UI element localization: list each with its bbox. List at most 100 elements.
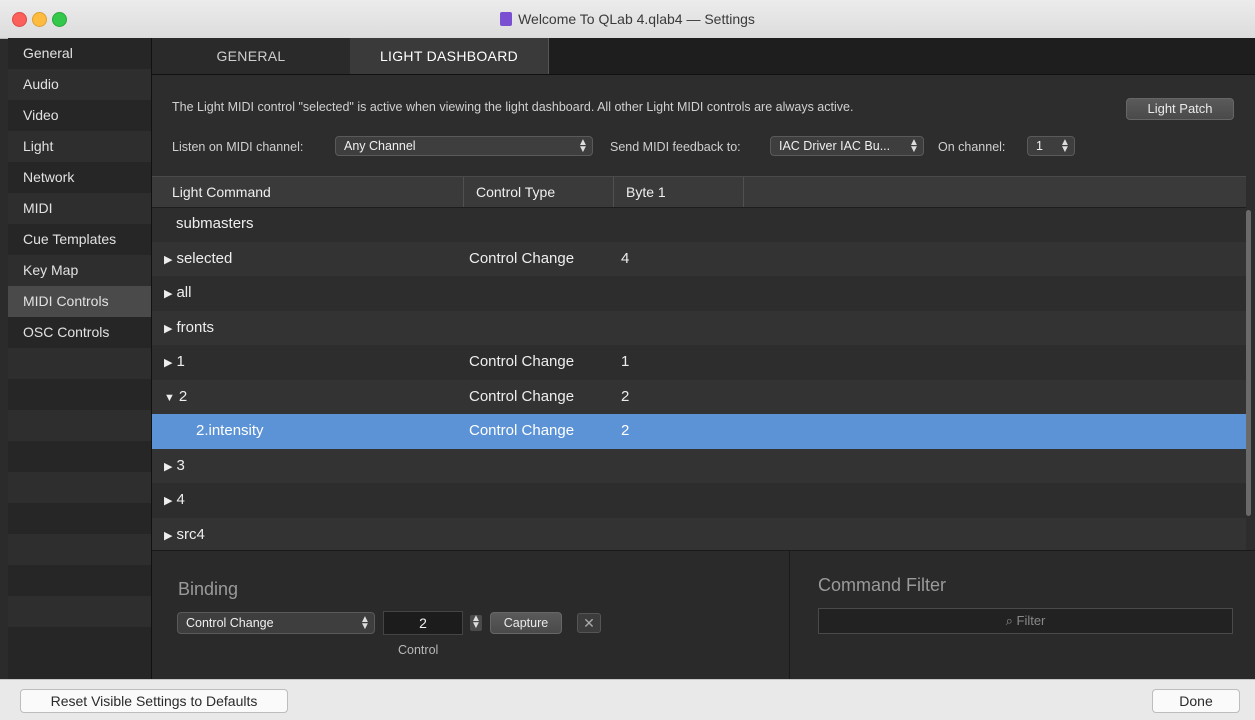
disclosure-triangle-icon[interactable]: ▶	[164, 357, 172, 369]
tab-bar: GENERAL LIGHT DASHBOARD	[152, 38, 1255, 75]
popup-arrows-icon: ▲ ▼	[909, 137, 919, 155]
row-control-type: Control Change	[469, 249, 575, 267]
window-footer: Reset Visible Settings to Defaults Done	[0, 679, 1255, 720]
done-button[interactable]: Done	[1152, 689, 1240, 713]
feedback-destination-value: IAC Driver IAC Bu...	[779, 139, 891, 153]
column-header-light-command[interactable]: Light Command	[152, 177, 464, 207]
sidebar-empty-row	[8, 410, 151, 441]
disclosure-triangle-icon[interactable]: ▶	[164, 323, 172, 335]
window-title-text: Welcome To QLab 4.qlab4 — Settings	[518, 11, 755, 27]
command-filter-title: Command Filter	[818, 575, 947, 595]
row-command: submasters	[176, 215, 254, 232]
control-number-field[interactable]: 2	[383, 611, 463, 635]
sidebar-empty-row	[8, 627, 151, 658]
binding-title: Binding	[178, 579, 239, 599]
table-row[interactable]: submasters	[152, 207, 1246, 242]
row-command: ▶ selected	[164, 249, 233, 267]
tab-general[interactable]: GENERAL	[152, 38, 351, 74]
feedback-label: Send MIDI feedback to:	[610, 140, 741, 154]
sidebar-item-key-map[interactable]: Key Map	[8, 255, 151, 286]
capture-button[interactable]: Capture	[490, 612, 562, 634]
command-filter-field[interactable]: ⌕ Filter	[818, 608, 1233, 634]
row-command: 2.intensity	[196, 422, 264, 439]
table-scrollbar[interactable]	[1246, 210, 1251, 516]
table-row[interactable]: ▶ 4	[152, 483, 1246, 518]
disclosure-triangle-icon[interactable]: ▶	[164, 461, 172, 473]
sidebar-item-audio[interactable]: Audio	[8, 69, 151, 100]
row-byte-1: 2	[621, 387, 630, 405]
table-row[interactable]: ▶ 3	[152, 448, 1246, 483]
table-row[interactable]: ▶ fronts	[152, 310, 1246, 345]
row-control-type: Control Change	[469, 422, 575, 439]
sidebar-empty-row	[8, 503, 151, 534]
title-bar: Welcome To QLab 4.qlab4 — Settings	[0, 0, 1255, 39]
feedback-channel-label: On channel:	[938, 140, 1006, 154]
table-header: Light Command Control Type Byte 1	[152, 176, 1246, 208]
column-header-control-type[interactable]: Control Type	[464, 177, 614, 207]
table-row-selected[interactable]: 2.intensity Control Change 2	[152, 414, 1246, 449]
sidebar-item-osc-controls[interactable]: OSC Controls	[8, 317, 151, 348]
sidebar-item-general[interactable]: General	[8, 38, 151, 69]
sidebar-item-midi[interactable]: MIDI	[8, 193, 151, 224]
table-row[interactable]: ▼ 2 Control Change 2	[152, 379, 1246, 414]
sidebar-item-cue-templates[interactable]: Cue Templates	[8, 224, 151, 255]
row-command: ▶ 4	[164, 491, 185, 508]
row-byte-1: 1	[621, 353, 630, 370]
binding-type-popup[interactable]: Control Change ▲ ▼	[177, 612, 375, 634]
light-command-table: submasters ▶ selected Control Change 4 ▶ a…	[152, 207, 1246, 552]
disclosure-triangle-icon[interactable]: ▶	[164, 530, 172, 542]
binding-type-value: Control Change	[186, 616, 274, 630]
feedback-destination-popup[interactable]: IAC Driver IAC Bu... ▲ ▼	[770, 136, 924, 156]
info-text: The Light MIDI control "selected" is act…	[172, 100, 854, 114]
row-control-type: Control Change	[469, 353, 575, 370]
table-row[interactable]: ▶ src4	[152, 517, 1246, 552]
sidebar-item-light[interactable]: Light	[8, 131, 151, 162]
sidebar-item-midi-controls[interactable]: MIDI Controls	[8, 286, 151, 317]
feedback-channel-popup[interactable]: 1 ▲ ▼	[1027, 136, 1075, 156]
disclosure-triangle-icon[interactable]: ▶	[164, 254, 172, 266]
table-row[interactable]: ▶ all	[152, 276, 1246, 311]
row-command: ▶ 1	[164, 353, 185, 370]
main-panel: GENERAL LIGHT DASHBOARD The Light MIDI c…	[152, 38, 1255, 680]
sidebar-empty-row	[8, 379, 151, 410]
window-title: Welcome To QLab 4.qlab4 — Settings	[0, 11, 1255, 27]
table-row[interactable]: ▶ 1 Control Change 1	[152, 345, 1246, 380]
disclosure-triangle-expanded-icon[interactable]: ▼	[164, 392, 175, 404]
sidebar-empty-row	[8, 565, 151, 596]
sidebar-item-network[interactable]: Network	[8, 162, 151, 193]
row-command: ▶ all	[164, 284, 192, 301]
row-command: ▶ 3	[164, 456, 185, 474]
qlab-document-icon	[500, 12, 513, 26]
sidebar-empty-row	[8, 348, 151, 379]
table-row[interactable]: ▶ selected Control Change 4	[152, 241, 1246, 276]
search-icon: ⌕	[1005, 613, 1013, 628]
popup-arrows-icon: ▲ ▼	[578, 137, 588, 155]
light-patch-button[interactable]: Light Patch	[1126, 98, 1234, 120]
panel-divider	[789, 551, 790, 680]
sidebar-empty-row	[8, 472, 151, 503]
row-command: ▶ fronts	[164, 318, 214, 336]
row-command: ▶ src4	[164, 525, 205, 543]
control-stepper[interactable]: ▲ ▼	[470, 614, 482, 631]
bottom-panel: Binding Control Change ▲ ▼ 2 ▲ ▼ Capture ✕…	[152, 550, 1255, 680]
filter-placeholder: Filter	[1016, 613, 1046, 628]
sidebar-empty-row	[8, 596, 151, 627]
clear-binding-button[interactable]: ✕	[577, 613, 601, 633]
control-field-label: Control	[398, 643, 439, 657]
listen-label: Listen on MIDI channel:	[172, 140, 304, 154]
tab-light-dashboard[interactable]: LIGHT DASHBOARD	[350, 38, 549, 74]
row-command: ▼ 2	[164, 387, 188, 405]
reset-defaults-button[interactable]: Reset Visible Settings to Defaults	[20, 689, 288, 713]
disclosure-triangle-icon[interactable]: ▶	[164, 495, 172, 507]
sidebar-item-video[interactable]: Video	[8, 100, 151, 131]
listen-channel-popup[interactable]: Any Channel ▲ ▼	[335, 136, 593, 156]
row-byte-1: 2	[621, 422, 630, 439]
disclosure-triangle-icon[interactable]: ▶	[164, 288, 172, 300]
row-byte-1: 4	[621, 249, 630, 267]
sidebar-empty-row	[8, 534, 151, 565]
popup-arrows-icon: ▲ ▼	[1060, 137, 1070, 155]
row-control-type: Control Change	[469, 387, 575, 405]
column-header-byte-1[interactable]: Byte 1	[614, 177, 744, 207]
feedback-channel-value: 1	[1036, 139, 1043, 153]
settings-sidebar: General Audio Video Light Network MIDI C…	[8, 38, 152, 679]
